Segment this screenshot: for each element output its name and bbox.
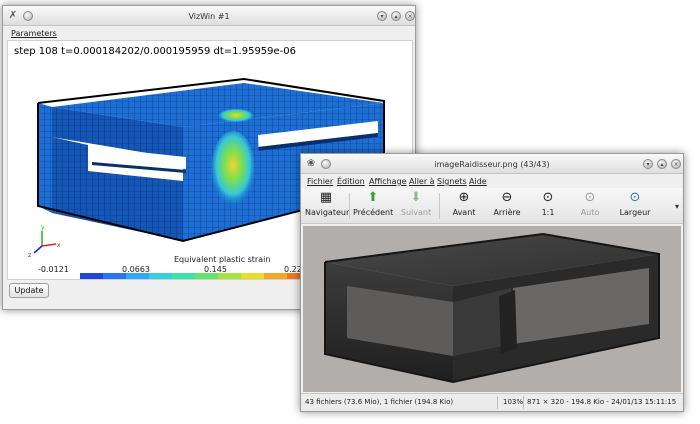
fit-width-button[interactable]: ⊙ Largeur <box>617 190 653 222</box>
arrow-down-icon: ⬇ <box>410 190 422 205</box>
zoom-fit-icon: ⊙ <box>629 190 641 205</box>
status-files: 43 fichiers (73.6 Mio), 1 fichier (194.8… <box>305 398 454 406</box>
imgwin-titlebar[interactable]: ❀ imageRaidisseur.png (43/43) ▾ ▴ × <box>301 154 683 174</box>
legend-title: Equivalent plastic strain <box>174 255 271 264</box>
menu-aide[interactable]: Aide <box>469 177 487 186</box>
colorbar-segment-4 <box>172 273 195 279</box>
status-image-info: 871 × 320 - 194.8 Kio - 24/01/13 15:11:1… <box>527 398 677 406</box>
image-canvas[interactable] <box>303 226 681 392</box>
window-title: VizWin #1 <box>188 12 230 21</box>
auto-zoom-button[interactable]: ⊙ Auto <box>575 190 605 222</box>
image-viewer-window: ❀ imageRaidisseur.png (43/43) ▾ ▴ × Fich… <box>300 153 684 412</box>
menu-parameters[interactable]: Parameters <box>11 29 57 38</box>
legend-colorbar <box>80 273 310 279</box>
colorbar-segment-5 <box>195 273 218 279</box>
photo-stiffener <box>324 232 660 384</box>
navigator-button[interactable]: ▦ Navigateur <box>305 190 349 222</box>
zoom-in-button[interactable]: ⊕ Avant <box>447 190 481 222</box>
update-button[interactable]: Update <box>9 283 49 298</box>
imgwin-toolbar: ▦ Navigateur ⬆ Précédent ⬇ Suivant ⊕ Ava… <box>301 188 683 224</box>
colorbar-segment-7 <box>241 273 264 279</box>
axis-x-label: x <box>57 242 61 249</box>
next-button[interactable]: ⬇ Suivant <box>397 190 435 222</box>
navigator-icon: ▦ <box>319 190 333 205</box>
maximize-button[interactable]: ▴ <box>391 11 401 21</box>
axis-y-label: y <box>41 224 45 231</box>
close-button[interactable]: × <box>405 11 415 21</box>
window-title: imageRaidisseur.png (43/43) <box>434 160 550 169</box>
menu-fichier[interactable]: Fichier <box>307 177 333 186</box>
menu-edition[interactable]: Édition <box>337 177 365 186</box>
actual-size-button[interactable]: ⊙ 1:1 <box>535 190 561 222</box>
menu-affichage[interactable]: Affichage <box>369 177 407 186</box>
imgwin-menubar: Fichier Édition Affichage Aller à Signet… <box>301 175 683 188</box>
minimize-button[interactable]: ▾ <box>377 11 387 21</box>
legend-tick-0: -0.0121 <box>38 265 69 274</box>
menu-aller-a[interactable]: Aller à <box>409 177 435 186</box>
zoom-actual-icon: ⊙ <box>542 190 554 205</box>
zoom-in-icon: ⊕ <box>458 190 470 205</box>
colorbar-segment-3 <box>149 273 172 279</box>
zoom-auto-icon: ⊙ <box>584 190 596 205</box>
maximize-button[interactable]: ▴ <box>657 159 667 169</box>
colorbar-segment-6 <box>218 273 241 279</box>
colorbar-segment-8 <box>264 273 287 279</box>
colorbar-segment-2 <box>126 273 149 279</box>
previous-button[interactable]: ⬆ Précédent <box>353 190 393 222</box>
status-zoom: 103% <box>503 398 524 406</box>
minimize-button[interactable]: ▾ <box>643 159 653 169</box>
imgwin-statusbar: 43 fichiers (73.6 Mio), 1 fichier (194.8… <box>301 393 683 411</box>
vizwin-titlebar[interactable]: ✗ VizWin #1 ▾ ▴ × <box>3 6 415 26</box>
menu-signets[interactable]: Signets <box>437 177 467 186</box>
strain-hotspot <box>211 131 255 207</box>
toolbar-more-icon[interactable]: ▾ <box>675 202 679 211</box>
colorbar-segment-1 <box>103 273 126 279</box>
axis-z-label: z <box>28 252 31 259</box>
zoom-out-icon: ⊖ <box>501 190 513 205</box>
zoom-out-button[interactable]: ⊖ Arrière <box>489 190 525 222</box>
vizwin-menubar: Parameters <box>3 27 415 40</box>
close-button[interactable]: × <box>671 159 681 169</box>
arrow-up-icon: ⬆ <box>367 190 379 205</box>
colorbar-segment-0 <box>80 273 103 279</box>
